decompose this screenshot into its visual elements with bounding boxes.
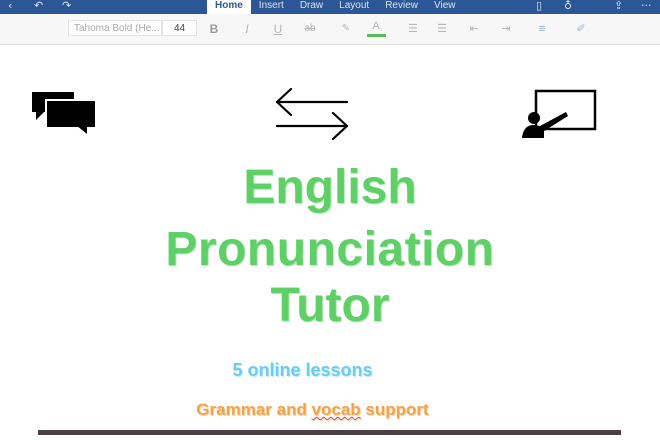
tab-layout[interactable]: Layout: [331, 0, 377, 14]
subtitle: 5 online lessons: [232, 360, 373, 380]
more-icon[interactable]: ···: [641, 0, 652, 12]
bold-button[interactable]: B: [207, 22, 221, 36]
lightbulb-icon[interactable]: ♁: [564, 0, 572, 12]
strikethrough-button[interactable]: ab: [302, 22, 318, 36]
outdent-icon[interactable]: ⇤: [466, 22, 482, 36]
italic-button[interactable]: I: [240, 22, 254, 36]
ribbon-tabs: Home Insert Draw Layout Review View: [207, 0, 463, 14]
phone-icon[interactable]: ▯: [536, 0, 542, 12]
paragraph-style-icon[interactable]: ≡: [534, 22, 550, 36]
chevron-left-icon[interactable]: ‹: [8, 0, 12, 12]
tab-review[interactable]: Review: [377, 0, 426, 14]
app-top-bar: ‹ ↶ ↷ Home Insert Draw Layout Review Vie…: [0, 0, 660, 14]
left-right-arrows-icon: [275, 87, 349, 141]
tagline-part-1: Grammar and: [196, 400, 312, 419]
tab-draw[interactable]: Draw: [292, 0, 331, 14]
bullets-icon[interactable]: ☰: [405, 22, 421, 36]
tab-view[interactable]: View: [426, 0, 464, 14]
numbering-icon[interactable]: ☰: [434, 22, 450, 36]
title-line-1: English: [243, 161, 417, 214]
undo-icon[interactable]: ↶: [34, 0, 43, 12]
redo-icon[interactable]: ↷: [62, 0, 71, 12]
font-size-field[interactable]: 44: [162, 20, 197, 36]
styles-icon[interactable]: ✐: [573, 22, 589, 36]
tagline-part-2: support: [360, 400, 429, 419]
title-line-2: Pronunciation: [165, 223, 495, 276]
tab-home[interactable]: Home: [207, 0, 251, 14]
tab-insert[interactable]: Insert: [251, 0, 292, 14]
font-name-field[interactable]: Tahoma Bold (He...: [68, 20, 162, 36]
font-color-button[interactable]: A: [369, 19, 383, 33]
highlight-color-swatch: [367, 34, 386, 37]
underline-button[interactable]: U: [271, 22, 285, 36]
share-icon[interactable]: ⇪: [614, 0, 623, 12]
indent-icon[interactable]: ⇥: [498, 22, 514, 36]
speech-bubbles-icon: [32, 92, 97, 138]
presenter-screen-icon: [522, 89, 597, 138]
highlighter-icon[interactable]: ✎: [339, 22, 353, 36]
misspelled-word[interactable]: vocab: [312, 400, 361, 419]
tagline: Grammar and vocab support: [0, 400, 625, 420]
horizontal-rule: [38, 430, 621, 435]
title-line-3: Tutor: [270, 279, 390, 332]
